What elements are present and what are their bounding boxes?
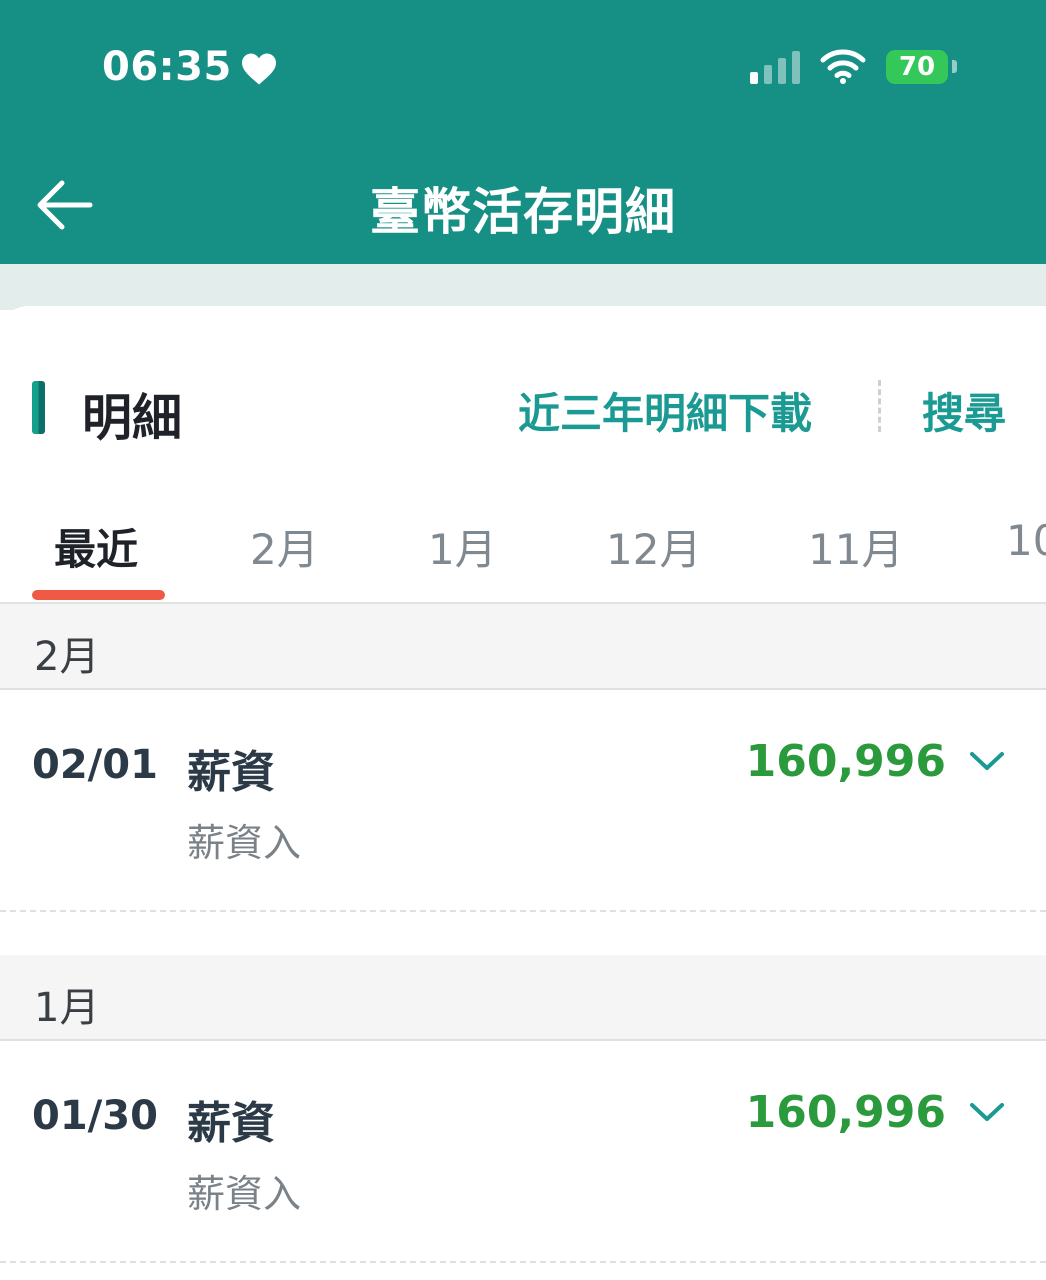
transaction-title: 薪資 [187, 747, 275, 798]
tab-jan[interactable]: 1月 [428, 516, 497, 577]
app-header: 06:35 70 臺幣活存明細 [0, 0, 1046, 264]
battery-cap [952, 60, 957, 73]
heart-icon [242, 53, 276, 85]
row-divider [0, 910, 1046, 912]
search-button[interactable]: 搜尋 [922, 380, 1006, 441]
tab-nov[interactable]: 11月 [808, 516, 903, 577]
cellular-signal-icon [750, 51, 800, 84]
transaction-row[interactable]: 01/30 薪資 薪資入 160,996 [0, 1043, 1046, 1263]
tab-recent[interactable]: 最近 [54, 516, 138, 577]
month-header: 2月 [0, 604, 1046, 690]
transaction-subtitle: 薪資入 [187, 1172, 302, 1216]
status-time: 06:35 [102, 44, 232, 90]
transaction-date: 01/30 [32, 1093, 158, 1139]
tab-oct[interactable]: 10 [1006, 516, 1046, 565]
transaction-amount: 160,996 [745, 736, 946, 787]
month-label: 2月 [34, 634, 100, 680]
active-tab-indicator [32, 590, 165, 600]
section-title: 明細 [82, 389, 182, 447]
transaction-title: 薪資 [187, 1098, 275, 1149]
transaction-subtitle: 薪資入 [187, 821, 302, 865]
section-marker [32, 381, 45, 434]
wifi-icon [820, 49, 866, 84]
row-divider [0, 1261, 1046, 1263]
battery-level: 70 [898, 52, 936, 82]
chevron-down-icon[interactable] [968, 1099, 1006, 1125]
month-header: 1月 [0, 955, 1046, 1041]
month-label: 1月 [34, 985, 100, 1031]
tab-dec[interactable]: 12月 [606, 516, 701, 577]
transaction-row[interactable]: 02/01 薪資 薪資入 160,996 [0, 692, 1046, 912]
header-shadow [0, 264, 1046, 310]
tab-feb[interactable]: 2月 [250, 516, 319, 577]
chevron-down-icon[interactable] [968, 748, 1006, 774]
battery-indicator: 70 [886, 50, 948, 84]
link-divider [878, 380, 881, 432]
transaction-amount: 160,996 [745, 1087, 946, 1138]
page-title: 臺幣活存明細 [370, 183, 676, 241]
download-three-years-button[interactable]: 近三年明細下載 [518, 380, 812, 441]
transaction-date: 02/01 [32, 742, 158, 788]
